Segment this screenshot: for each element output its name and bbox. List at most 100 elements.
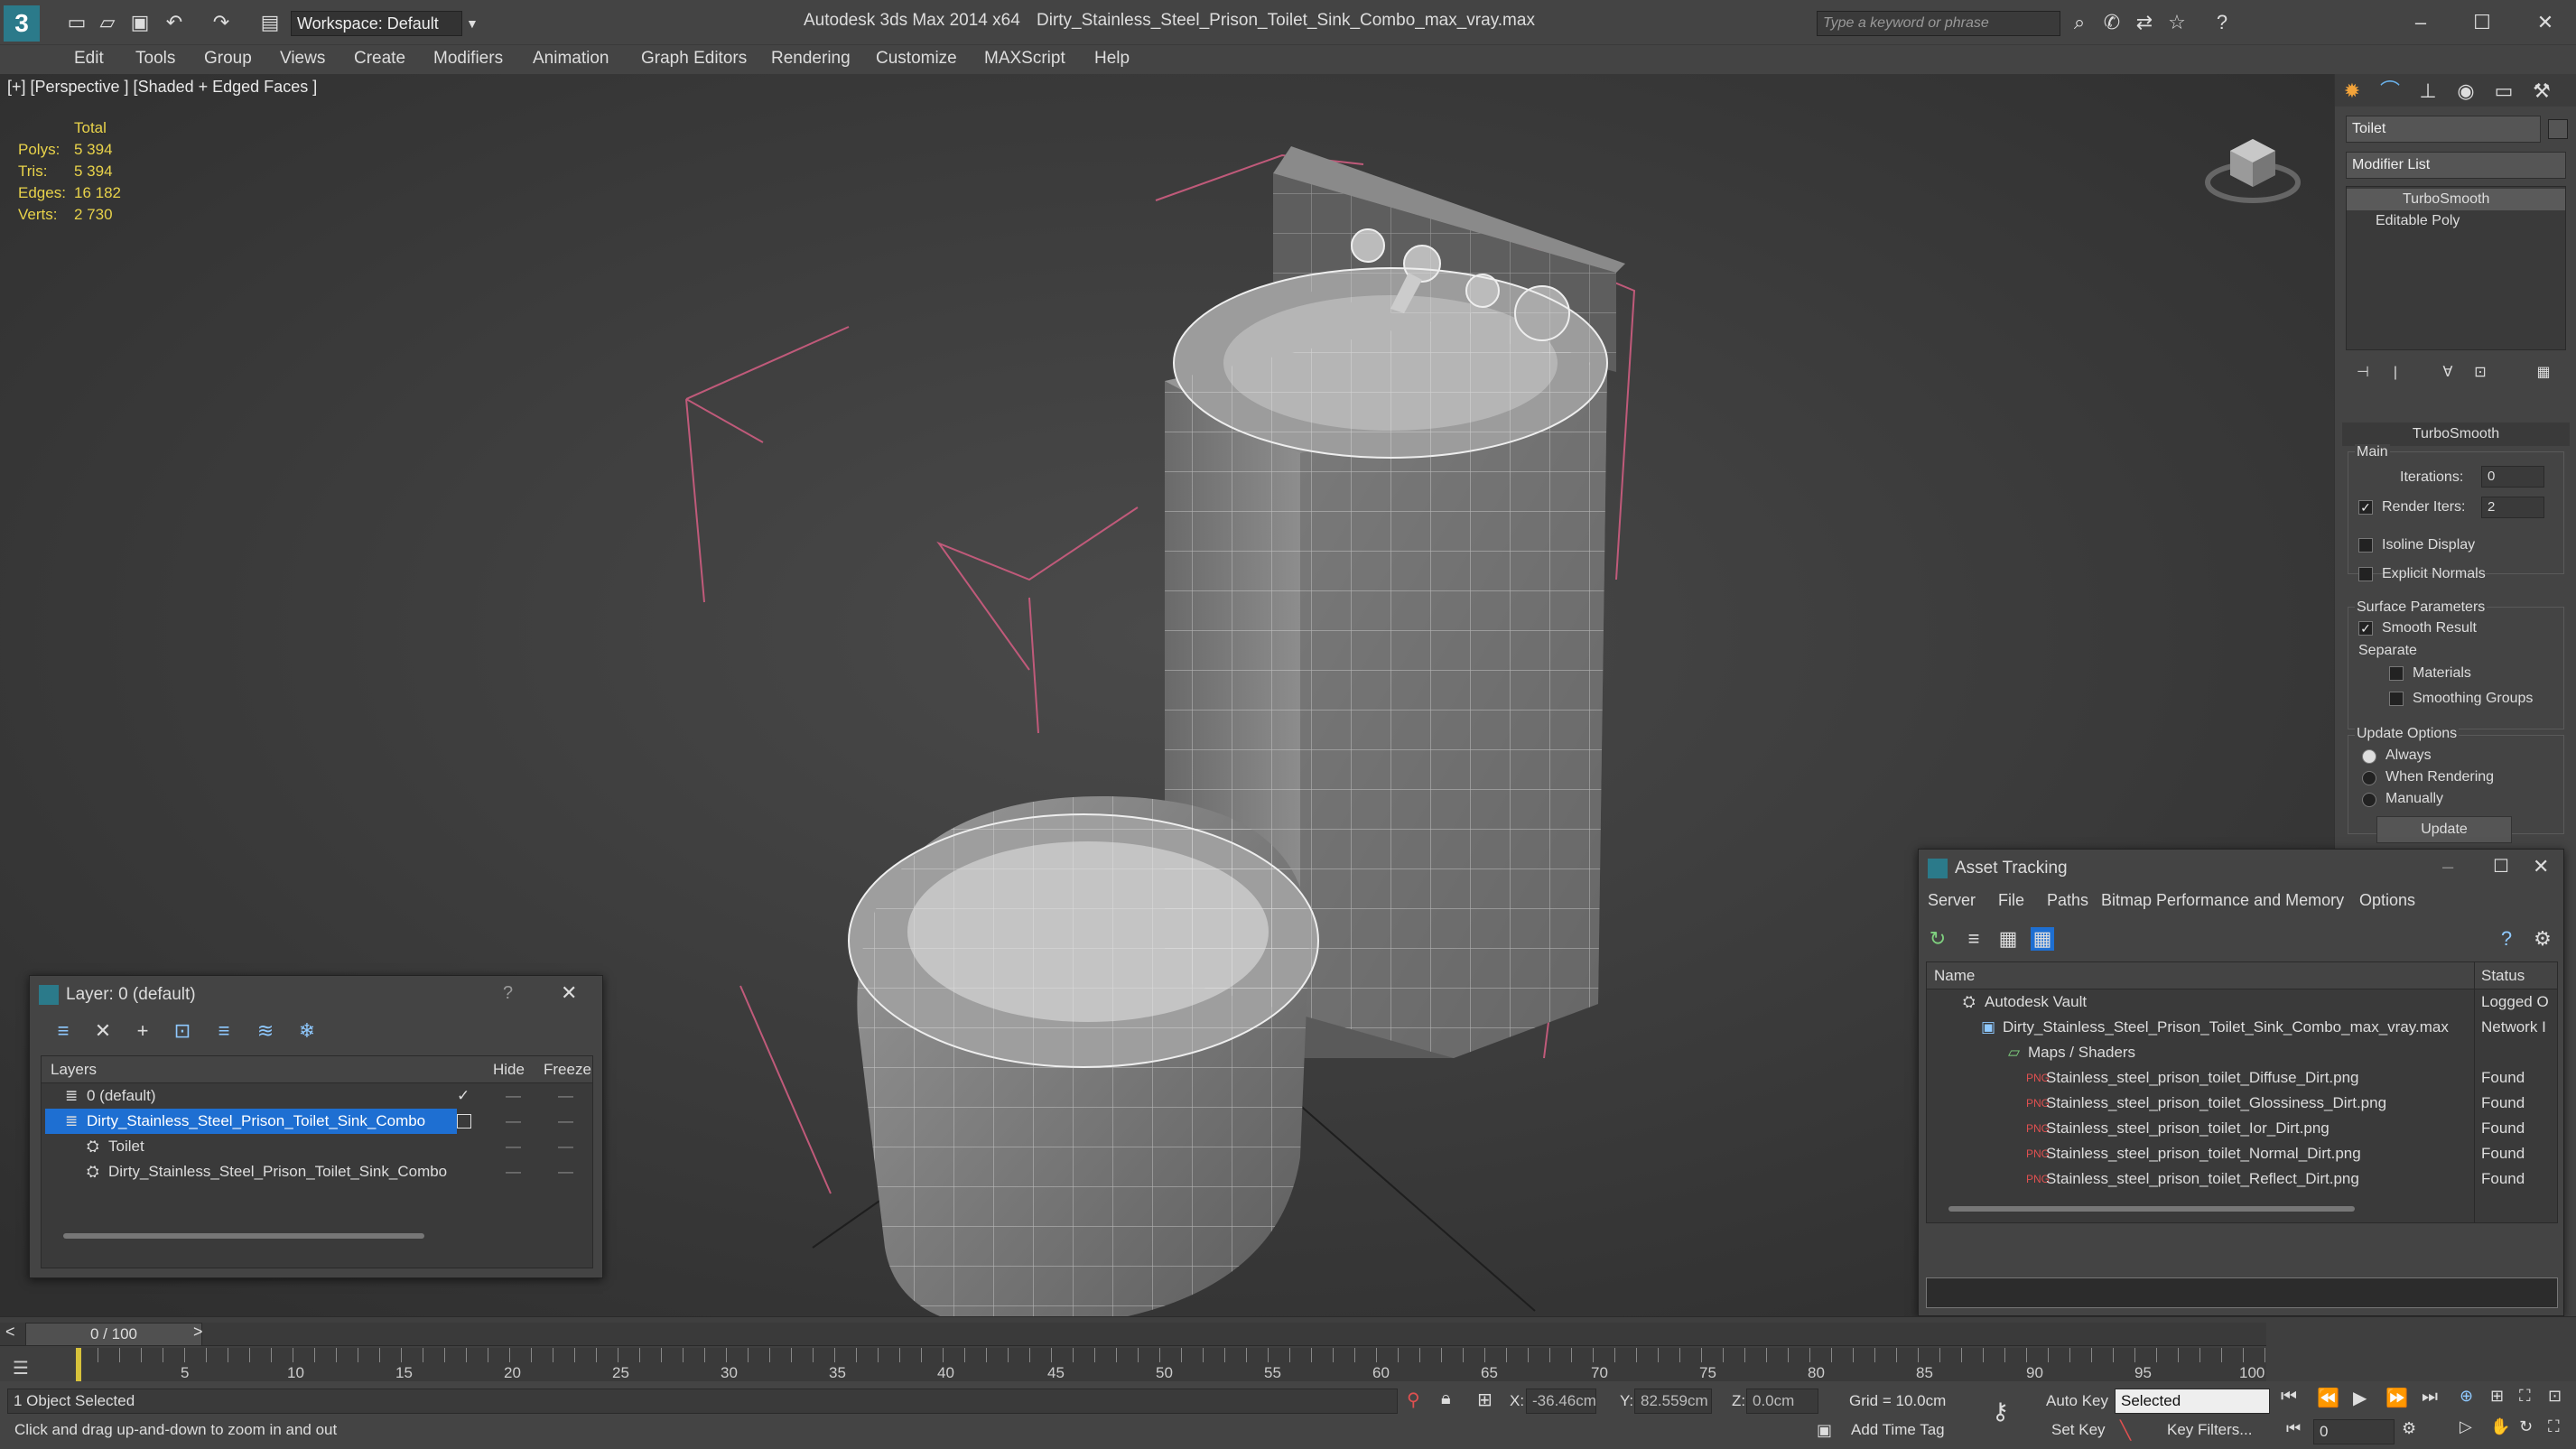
menu-views[interactable]: Views (276, 45, 329, 72)
when-rendering-radio[interactable] (2362, 771, 2376, 785)
freeze-toggle[interactable]: — (558, 1083, 573, 1109)
render-iters-checkbox[interactable]: ✓ (2358, 500, 2373, 515)
menu-create[interactable]: Create (350, 45, 409, 72)
col-name[interactable]: Name (1934, 962, 1975, 989)
stack-item-editable-poly[interactable]: Editable Poly (2347, 210, 2565, 232)
freeze-toggle[interactable]: — (558, 1134, 573, 1159)
freeze-toggle[interactable]: — (558, 1159, 573, 1184)
zoom-icon[interactable]: ⊕ (2460, 1387, 2473, 1406)
always-radio[interactable] (2362, 749, 2376, 764)
next-frame-arrow[interactable]: > (193, 1323, 203, 1342)
chevron-down-icon[interactable]: ▼ (466, 11, 484, 36)
close-icon[interactable]: ✕ (2534, 11, 2557, 34)
menu-rendering[interactable]: Rendering (767, 45, 854, 72)
binoculars-icon[interactable]: ⌕ (2068, 11, 2091, 34)
hide-toggle[interactable]: — (506, 1083, 521, 1109)
help-icon[interactable]: ? (503, 983, 513, 1004)
hide-toggle[interactable]: — (506, 1134, 521, 1159)
settings-icon[interactable]: ⚙ (2531, 927, 2554, 951)
prev-frame-arrow[interactable]: < (5, 1323, 15, 1342)
help-icon[interactable]: ? (2210, 11, 2234, 34)
modifier-list-dropdown[interactable]: Modifier List (2346, 152, 2566, 179)
add-time-tag-icon[interactable]: ▣ (1817, 1421, 1832, 1440)
favorites-star-icon[interactable]: ☆ (2165, 11, 2189, 34)
select-in-layer-icon[interactable]: ⊡ (171, 1019, 194, 1043)
stack-item-turbosmooth[interactable]: TurboSmooth (2347, 189, 2565, 210)
highlight-layer-icon[interactable]: ≡ (212, 1019, 236, 1043)
viewport-label[interactable]: [+] [Perspective ] [Shaded + Edged Faces… (7, 78, 317, 97)
make-unique-icon[interactable]: ∀ (2436, 361, 2460, 385)
col-layers[interactable]: Layers (51, 1056, 97, 1083)
maximize-viewport-icon[interactable]: ⛶ (2548, 1417, 2560, 1436)
key-mode-toggle-icon[interactable]: ⏮ (2286, 1419, 2301, 1438)
display-tab-icon[interactable]: ▭ (2492, 79, 2516, 103)
menu-maxscript[interactable]: MAXScript (981, 45, 1069, 72)
thumbnail-view-icon[interactable]: ▦ (1996, 927, 2020, 951)
workspace-dropdown[interactable]: Workspace: Default (291, 11, 462, 36)
set-key-button[interactable]: Set Key (2051, 1421, 2106, 1439)
pan-icon[interactable]: ✋ (2490, 1417, 2510, 1436)
refresh-icon[interactable]: ↻ (1926, 927, 1949, 951)
menu-tools[interactable]: Tools (132, 45, 179, 72)
asset-row[interactable]: PNG Stainless_steel_prison_toilet_Normal_… (1927, 1141, 2557, 1166)
object-color-swatch[interactable] (2548, 119, 2568, 139)
time-config-icon[interactable]: ⚙ (2402, 1419, 2416, 1438)
isoline-display-checkbox[interactable] (2358, 538, 2373, 553)
next-frame-icon[interactable]: ⏩ (2385, 1387, 2408, 1409)
current-frame-field[interactable]: 0 (2313, 1419, 2395, 1444)
menu-paths[interactable]: Paths (2047, 891, 2088, 910)
rollout-header[interactable]: TurboSmooth (2342, 423, 2570, 446)
key-mode-dropdown[interactable]: Selected (2115, 1389, 2270, 1414)
col-hide[interactable]: Hide (493, 1056, 525, 1083)
freeze-toggle[interactable]: — (558, 1109, 573, 1134)
play-icon[interactable]: ▶ (2353, 1387, 2367, 1409)
horizontal-scrollbar[interactable] (1948, 1206, 2355, 1212)
freeze-all-icon[interactable]: ❄ (295, 1019, 319, 1043)
update-button[interactable]: Update (2376, 816, 2512, 843)
transform-mode-icon[interactable]: ⊞ (1477, 1389, 1493, 1411)
hide-toggle[interactable]: — (506, 1109, 521, 1134)
layer-row[interactable]: ≣ Dirty_Stainless_Steel_Prison_Toilet_Si… (42, 1109, 592, 1134)
isolate-icon[interactable]: ⚲ (1407, 1389, 1420, 1411)
time-slider-thumb[interactable]: 0 / 100 (25, 1323, 202, 1346)
maximize-icon[interactable]: ☐ (2470, 11, 2494, 34)
asset-row[interactable]: PNG Stainless_steel_prison_toilet_Glossin… (1927, 1091, 2557, 1116)
asset-row[interactable]: PNG Stainless_steel_prison_toilet_Reflect… (1927, 1166, 2557, 1192)
menu-animation[interactable]: Animation (529, 45, 613, 72)
motion-tab-icon[interactable]: ◉ (2454, 79, 2478, 103)
asset-row[interactable]: PNG Stainless_steel_prison_toilet_Ior_Dir… (1927, 1116, 2557, 1141)
minimize-icon[interactable]: – (2409, 11, 2432, 34)
new-layer-icon[interactable]: ≡ (51, 1019, 75, 1043)
asset-row[interactable]: ⛭ Autodesk Vault Logged O (1927, 989, 2557, 1015)
utilities-tab-icon[interactable]: ⚒ (2530, 79, 2553, 103)
x-coordinate-field[interactable]: -36.46cm (1526, 1389, 1596, 1414)
menu-file[interactable]: File (1998, 891, 2024, 910)
remove-modifier-icon[interactable]: ⊡ (2469, 361, 2492, 385)
field-of-view-icon[interactable]: ▷ (2460, 1417, 2472, 1436)
iterations-spinner[interactable]: 0 (2481, 466, 2544, 488)
manually-radio[interactable] (2362, 793, 2376, 807)
menu-customize[interactable]: Customize (872, 45, 961, 72)
horizontal-scrollbar[interactable] (63, 1233, 424, 1239)
configure-sets-icon[interactable]: ▦ (2532, 361, 2555, 385)
minimize-icon[interactable]: – (2442, 855, 2453, 878)
asset-row[interactable]: ▣ Dirty_Stainless_Steel_Prison_Toilet_Sin… (1927, 1015, 2557, 1040)
current-layer-box[interactable] (457, 1114, 471, 1129)
redo-icon[interactable]: ↷ (209, 11, 233, 34)
asset-row[interactable]: ▱ Maps / Shaders (1927, 1040, 2557, 1065)
new-file-icon[interactable]: ▭ (65, 11, 88, 34)
list-view-icon[interactable]: ≡ (1962, 927, 1985, 951)
help-icon[interactable]: ? (2495, 927, 2518, 951)
modify-tab-icon[interactable]: ⌒ (2378, 79, 2402, 103)
save-icon[interactable]: ▣ (128, 11, 152, 34)
object-name-field[interactable]: Toilet (2346, 116, 2541, 143)
communication-icon[interactable]: ✆ (2100, 11, 2124, 34)
asset-tracking-title[interactable]: Asset Tracking (1919, 850, 2563, 887)
zoom-extents-icon[interactable]: ⛶ (2519, 1387, 2531, 1406)
go-to-end-icon[interactable]: ⏭ (2422, 1387, 2438, 1407)
viewcube-icon[interactable] (2203, 119, 2302, 209)
menu-server[interactable]: Server (1928, 891, 1976, 910)
table-view-icon[interactable]: ▦ (2031, 927, 2054, 951)
time-slider-track[interactable]: < 0 / 100 > (0, 1323, 2266, 1346)
smoothing-groups-checkbox[interactable] (2389, 692, 2404, 706)
